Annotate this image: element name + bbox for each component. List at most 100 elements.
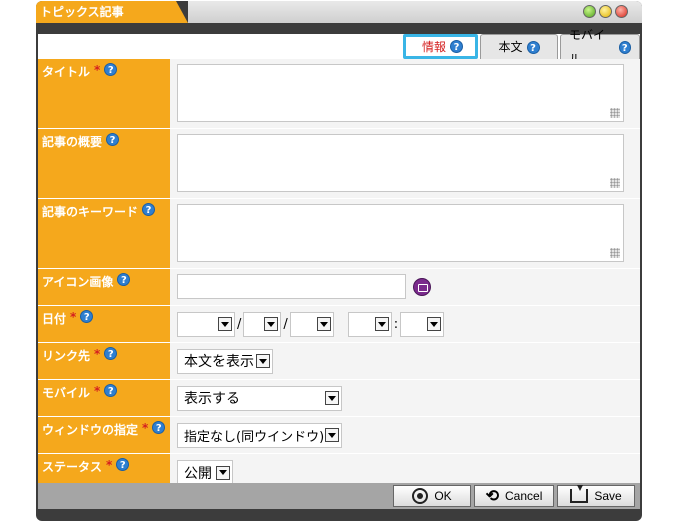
minimize-button[interactable] <box>599 5 612 18</box>
help-icon[interactable]: ? <box>104 384 118 397</box>
row-summary: 記事の概要 ? <box>38 129 640 199</box>
titlebar: トピックス記事 <box>36 1 642 23</box>
ok-label: OK <box>434 489 452 503</box>
title-textarea[interactable] <box>177 64 624 122</box>
resize-grip-icon[interactable] <box>610 178 620 188</box>
select-value: 表示する <box>184 391 240 407</box>
label-text: ウィンドウの指定 <box>42 423 139 437</box>
day-select[interactable] <box>289 311 334 337</box>
target-icon <box>412 488 429 504</box>
field-icon-image <box>170 269 640 305</box>
minute-select[interactable] <box>400 311 445 337</box>
chevron-down-icon <box>218 317 232 331</box>
chevron-down-icon <box>325 391 339 405</box>
month-select[interactable] <box>243 311 282 337</box>
date-separator: / <box>283 316 288 332</box>
save-label: Save <box>594 489 622 503</box>
tab-info[interactable]: 情報 ? <box>402 34 478 59</box>
undo-icon: ⟲ <box>485 488 500 505</box>
hour-select[interactable] <box>347 311 392 337</box>
help-icon[interactable]: ? <box>526 40 540 54</box>
help-icon[interactable]: ? <box>450 40 463 53</box>
help-icon[interactable]: ? <box>104 347 118 360</box>
label-link-target: リンク先 * ? <box>38 343 170 379</box>
help-icon[interactable]: ? <box>104 63 118 76</box>
row-title: タイトル * ? <box>38 59 640 129</box>
row-window-target: ウィンドウの指定 * ? 指定なし(同ウインドウ) <box>38 417 640 454</box>
required-mark: * <box>94 384 101 398</box>
titlebar-bg <box>188 1 642 23</box>
tab-body-label: 本文 <box>498 40 523 54</box>
label-text: ステータス <box>42 460 103 474</box>
chevron-down-icon <box>264 317 279 331</box>
label-text: リンク先 <box>42 349 91 363</box>
chevron-down-icon <box>216 465 230 480</box>
book-icon[interactable] <box>413 278 431 296</box>
row-icon-image: アイコン画像 ? <box>38 269 640 306</box>
icon-image-input[interactable] <box>177 274 406 299</box>
time-separator: : <box>393 316 399 332</box>
field-mobile: 表示する <box>170 380 640 416</box>
chevron-down-icon <box>316 317 331 331</box>
window-title: トピックス記事 <box>36 1 188 23</box>
row-keywords: 記事のキーワード ? <box>38 199 640 269</box>
help-icon[interactable]: ? <box>116 458 130 471</box>
tab-mobile[interactable]: モバイル ? <box>560 28 640 66</box>
label-keywords: 記事のキーワード ? <box>38 199 170 268</box>
chevron-down-icon <box>427 317 442 331</box>
row-link-target: リンク先 * ? 本文を表示 <box>38 343 640 380</box>
year-select[interactable] <box>177 311 235 337</box>
field-date: / / : <box>170 306 640 342</box>
keywords-textarea[interactable] <box>177 204 624 262</box>
status-select[interactable]: 公開 <box>177 460 233 485</box>
help-icon[interactable]: ? <box>80 310 94 323</box>
field-title <box>170 59 640 128</box>
field-summary <box>170 129 640 198</box>
required-mark: * <box>70 310 77 324</box>
resize-grip-icon[interactable] <box>610 108 620 118</box>
select-value: 指定なし(同ウインドウ) <box>184 429 325 445</box>
field-keywords <box>170 199 640 268</box>
cancel-button[interactable]: ⟲ Cancel <box>474 485 554 507</box>
label-text: タイトル <box>42 65 91 79</box>
tab-body[interactable]: 本文 ? <box>480 34 558 59</box>
help-icon[interactable]: ? <box>618 40 631 54</box>
date-separator: / <box>237 316 242 332</box>
help-icon[interactable]: ? <box>106 133 120 146</box>
summary-textarea[interactable] <box>177 134 624 192</box>
cancel-label: Cancel <box>505 489 543 503</box>
chevron-down-icon <box>256 354 270 368</box>
required-mark: * <box>94 63 101 77</box>
label-window-target: ウィンドウの指定 * ? <box>38 417 170 453</box>
select-value: 公開 <box>184 465 212 482</box>
field-window-target: 指定なし(同ウインドウ) <box>170 417 640 453</box>
label-text: モバイル <box>42 386 91 400</box>
maximize-button[interactable] <box>583 5 596 18</box>
help-icon[interactable]: ? <box>142 203 156 216</box>
save-button[interactable]: Save <box>557 485 635 507</box>
dialog-window: トピックス記事 情報 ? 本文 ? モバイル ? タイトル * <box>36 1 642 521</box>
tab-bar: 情報 ? 本文 ? モバイル ? <box>401 28 640 66</box>
button-bar: OK ⟲ Cancel Save <box>38 483 640 509</box>
window-target-select[interactable]: 指定なし(同ウインドウ) <box>177 422 343 448</box>
download-icon <box>570 485 589 503</box>
close-button[interactable] <box>615 5 628 18</box>
resize-grip-icon[interactable] <box>610 248 620 258</box>
row-mobile: モバイル * ? 表示する <box>38 380 640 417</box>
required-mark: * <box>94 347 101 361</box>
field-link-target: 本文を表示 <box>170 343 640 379</box>
select-value: 本文を表示 <box>184 354 254 370</box>
mobile-select[interactable]: 表示する <box>177 385 342 411</box>
label-text: 記事のキーワード <box>42 205 139 219</box>
tab-info-label: 情報 <box>421 39 446 54</box>
help-icon[interactable]: ? <box>117 273 131 286</box>
link-target-select[interactable]: 本文を表示 <box>177 348 273 374</box>
label-text: アイコン画像 <box>42 275 114 289</box>
label-text: 日付 <box>42 312 67 326</box>
label-date: 日付 * ? <box>38 306 170 342</box>
ok-button[interactable]: OK <box>393 485 471 507</box>
help-icon[interactable]: ? <box>152 421 166 434</box>
row-date: 日付 * ? / / : <box>38 306 640 343</box>
chevron-down-icon <box>325 428 340 442</box>
label-summary: 記事の概要 ? <box>38 129 170 198</box>
